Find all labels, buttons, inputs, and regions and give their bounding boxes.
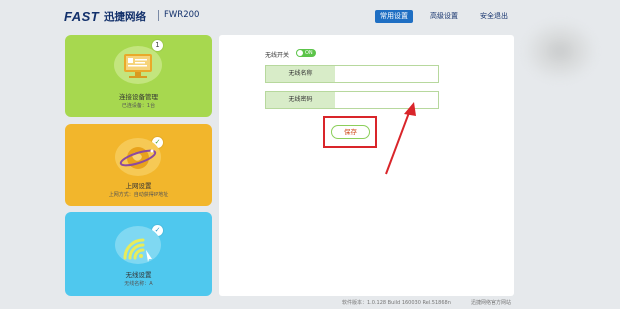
brand-name: 迅捷网络	[104, 11, 146, 23]
wifi-icon	[115, 226, 161, 264]
ssid-input[interactable]	[335, 66, 438, 82]
brand-logo: FAST	[64, 9, 100, 24]
firmware-version: 软件版本：1.0.128 Build 160030 Rel.51868n	[342, 300, 451, 306]
ssid-field: 无线名称	[265, 65, 439, 83]
wireless-switch-toggle[interactable]: ON	[296, 49, 316, 57]
tile-sub: 无线名称：A	[124, 281, 153, 287]
save-button[interactable]: 保存	[331, 125, 370, 139]
annotation-arrow	[385, 102, 416, 175]
blurred-region	[525, 22, 595, 80]
globe-icon	[115, 138, 161, 176]
model-name: FWR200	[164, 10, 200, 20]
tile-device-management[interactable]: 1 连接设备管理 已连设备：1台	[65, 35, 212, 117]
toggle-state: ON	[305, 50, 313, 56]
header-divider	[158, 10, 159, 21]
tile-label: 上网设置	[125, 182, 152, 190]
ssid-label: 无线名称	[266, 66, 335, 82]
wireless-switch-label: 无线开关	[265, 52, 290, 59]
toggle-knob	[297, 50, 303, 56]
official-site-link[interactable]: 迅捷网络官方网站	[471, 299, 511, 306]
tile-wireless-settings[interactable]: ✓ 无线设置 无线名称：A	[65, 212, 212, 296]
tile-sub: 已连设备：1台	[121, 103, 156, 109]
monitor-icon	[114, 46, 162, 84]
tile-label: 无线设置	[125, 271, 152, 279]
tile-label: 连接设备管理	[119, 93, 158, 101]
tile-sub: 上网方式：自动获得IP地址	[108, 192, 169, 198]
nav-advanced-settings[interactable]: 高级设置	[425, 10, 463, 23]
tile-internet-settings[interactable]: ✓ 上网设置 上网方式：自动获得IP地址	[65, 124, 212, 206]
nav-common-settings[interactable]: 常用设置	[375, 10, 413, 23]
password-label: 无线密码	[266, 92, 335, 108]
nav-logout[interactable]: 安全退出	[475, 10, 513, 23]
